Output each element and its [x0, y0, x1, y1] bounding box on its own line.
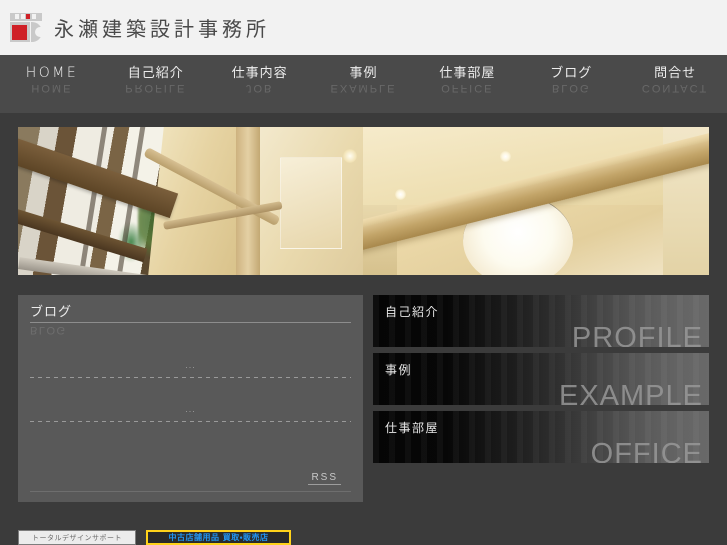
nav-item-home[interactable]: HOME HOME [0, 55, 104, 113]
panel-sublabel: PROFILE [571, 322, 703, 347]
blog-title: ブログ [30, 305, 73, 320]
logo-tick [21, 14, 25, 19]
nav-item-profile[interactable]: 自己紹介 PROFILE [104, 55, 208, 113]
blog-entry-text: ... [185, 404, 196, 414]
nav-item-sublabel: OFFICE [441, 82, 494, 94]
blog-title-rule [30, 322, 351, 323]
rss-row: RSS [30, 472, 351, 485]
logo-tick [32, 14, 36, 19]
panel-sublabel: EXAMPLE [559, 380, 703, 405]
nav-item-sublabel: PROFILE [125, 82, 187, 94]
panel-example[interactable]: 事例 EXAMPLE [373, 353, 709, 405]
blog-entry-text: ... [185, 360, 196, 370]
nav-item-label: 事例 [349, 66, 378, 81]
site-header: 永瀬建築設計事務所 [0, 0, 727, 55]
blog-header: ブログ BLOG [30, 305, 351, 336]
hero-right-downlight [500, 151, 511, 162]
logo[interactable]: 永瀬建築設計事務所 [0, 12, 270, 43]
nav-item-job[interactable]: 仕事内容 JOB [208, 55, 312, 113]
nav-item-label: 自己紹介 [127, 66, 184, 81]
hero-left-panel [280, 157, 342, 249]
nav-item-label: HOME [25, 65, 79, 81]
architect-logo-mark-icon [8, 12, 44, 43]
rss-link[interactable]: RSS [308, 472, 341, 485]
blog-module: ブログ BLOG ... ... RSS [18, 295, 363, 502]
panel-label: 事例 [385, 363, 413, 377]
main-content: ブログ BLOG ... ... RSS 自己紹介 PROFILE 事例 EXA… [0, 283, 727, 545]
logo-tick [15, 14, 19, 19]
site-title: 永瀬建築設計事務所 [54, 17, 270, 41]
nav-item-sublabel: EXAMPLE [330, 82, 397, 94]
nav-item-label: 仕事内容 [231, 66, 288, 81]
banner-used-store-equipment[interactable]: 中古店舗用品 買取・販売店 [146, 530, 291, 545]
nav-item-office[interactable]: 仕事部屋 OFFICE [415, 55, 519, 113]
hero-banner [18, 127, 709, 275]
hero-image-left [18, 127, 363, 275]
blog-footer: RSS [30, 472, 351, 492]
nav-item-label: 問合せ [654, 66, 697, 81]
blog-entry[interactable]: ... [30, 404, 351, 422]
blog-entry-divider [30, 421, 351, 422]
nav-item-label: 仕事部屋 [439, 66, 496, 81]
panel-label: 自己紹介 [385, 305, 440, 319]
category-panel-list: 自己紹介 PROFILE 事例 EXAMPLE 仕事部屋 OFFICE [373, 295, 709, 469]
footer-banner-list: トータルデザインサポート 中古店舗用品 買取・販売店 [18, 530, 291, 545]
nav-item-sublabel: JOB [245, 82, 274, 94]
blog-entry[interactable]: ... [30, 360, 351, 378]
hero-left-lamp [343, 149, 357, 163]
nav-item-sublabel: HOME [31, 82, 73, 94]
panel-profile[interactable]: 自己紹介 PROFILE [373, 295, 709, 347]
page-root: 永瀬建築設計事務所 HOME HOME 自己紹介 PROFILE 仕事内容 JO… [0, 0, 727, 545]
logo-red-square [12, 24, 27, 40]
blog-subtitle: BLOG [30, 324, 67, 336]
banner-total-design-support[interactable]: トータルデザインサポート [18, 530, 136, 545]
hero-image-right [363, 127, 709, 275]
blog-entry-divider [30, 377, 351, 378]
panel-office[interactable]: 仕事部屋 OFFICE [373, 411, 709, 463]
nav-item-contact[interactable]: 問合せ CONTACT [623, 55, 727, 113]
nav-item-blog[interactable]: ブログ BLOG [519, 55, 623, 113]
panel-sublabel: OFFICE [590, 438, 703, 463]
logo-red-dot [26, 14, 30, 19]
logo-c-shape [31, 21, 43, 42]
panel-label: 仕事部屋 [385, 421, 440, 435]
blog-entry-list: ... ... [30, 360, 351, 422]
nav-item-example[interactable]: 事例 EXAMPLE [312, 55, 416, 113]
blog-bottom-rule [30, 491, 351, 492]
nav-item-sublabel: CONTACT [641, 82, 709, 94]
nav-item-label: ブログ [550, 66, 593, 81]
nav-item-sublabel: BLOG [551, 82, 591, 94]
hero-right-downlight [395, 189, 406, 200]
main-navigation: HOME HOME 自己紹介 PROFILE 仕事内容 JOB 事例 EXAMP… [0, 55, 727, 113]
